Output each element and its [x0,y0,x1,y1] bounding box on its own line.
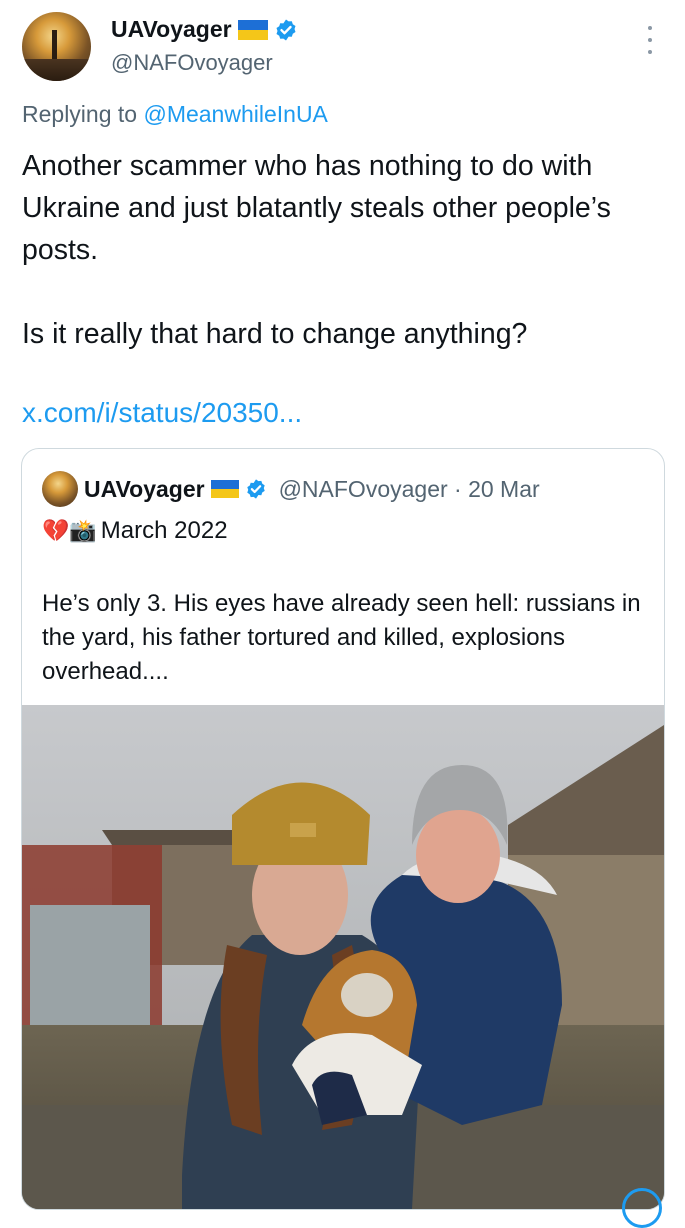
tweet-paragraph-1: Another scammer who has nothing to do wi… [22,150,611,266]
quoted-avatar [42,471,78,507]
verified-badge-icon [246,479,265,499]
quoted-first-line: 💔📸 March 2022 [42,517,228,545]
author-name-row: UAVoyager [111,16,298,43]
quoted-tweet-card[interactable]: UAVoyager @NAFOvoyager · 20 Mar 💔📸 March… [21,448,665,1210]
tweet-text: Another scammer who has nothing to do wi… [22,145,662,355]
author-handle[interactable]: @NAFOvoyager [111,50,273,76]
author-avatar[interactable] [22,12,91,81]
verified-badge-icon [276,19,296,40]
author-display-name[interactable]: UAVoyager [111,16,232,43]
quoted-handle-date: @NAFOvoyager · 20 Mar [278,475,540,502]
replying-to-line: Replying to @MeanwhileInUA [22,101,328,128]
quoted-date-label: March 2022 [100,517,228,544]
ukraine-flag-icon [210,480,239,498]
quoted-display-name: UAVoyager [84,475,205,502]
more-dot [648,50,652,54]
avatar-ground [22,59,91,81]
reply-mention-link[interactable]: @MeanwhileInUA [143,101,327,127]
quoted-header: UAVoyager @NAFOvoyager · 20 Mar [42,471,540,507]
more-options-icon[interactable] [640,26,660,54]
quoted-photo[interactable] [22,705,664,1209]
quoted-emojis: 💔📸 [42,518,97,543]
more-dot [648,26,652,30]
compose-icon[interactable] [622,1188,662,1228]
tweet-paragraph-2: Is it really that hard to change anythin… [22,318,528,350]
ukraine-flag-icon [237,19,268,40]
quoted-body: He’s only 3. His eyes have already seen … [42,590,641,685]
more-dot [648,38,652,42]
tweet-link[interactable]: x.com/i/status/20350... [22,397,302,429]
replying-to-label: Replying to [22,101,138,127]
